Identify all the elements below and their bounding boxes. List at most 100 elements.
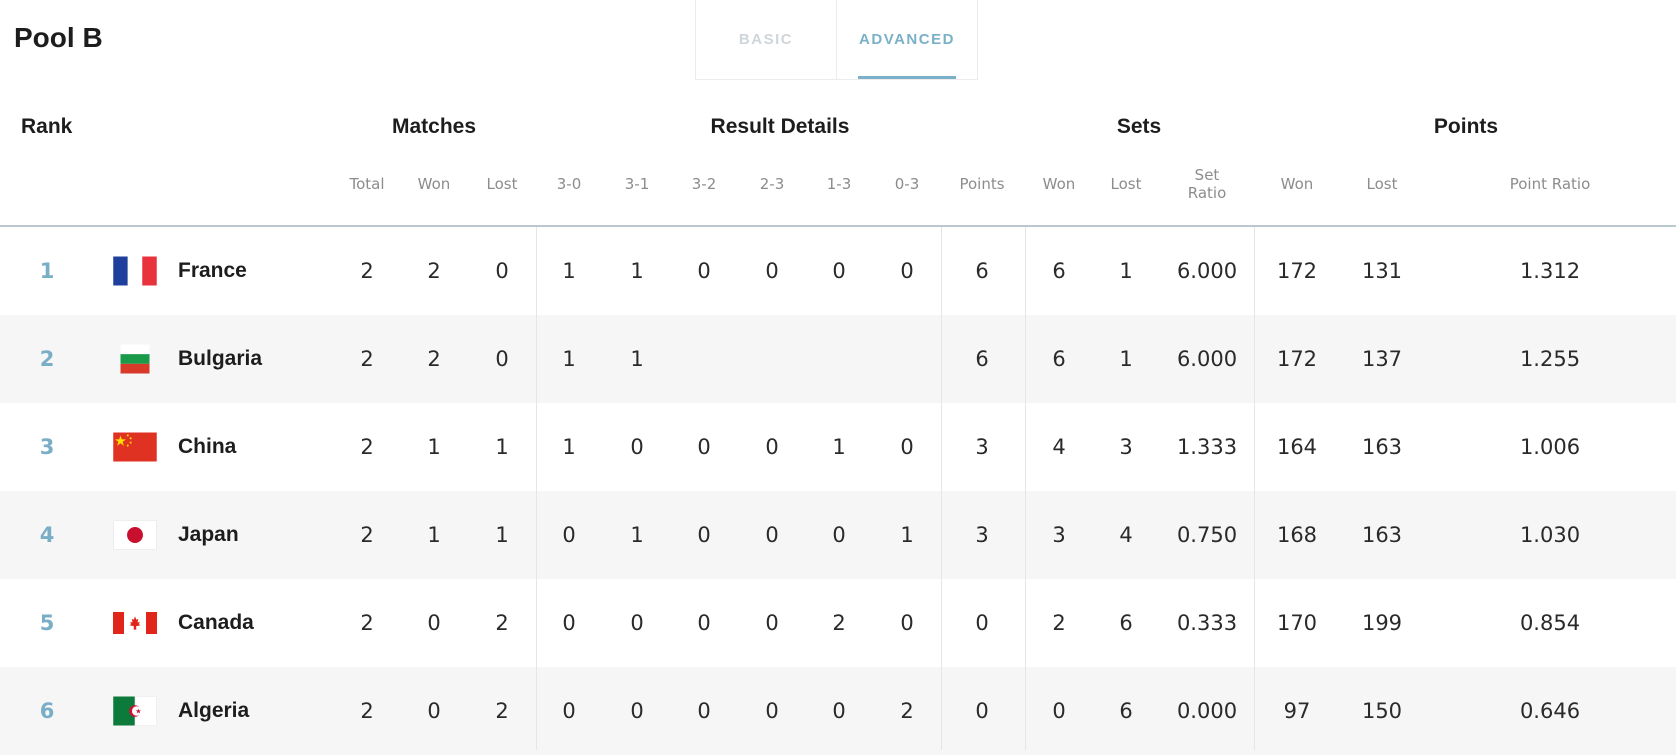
result-details-header: Result Details: [710, 115, 850, 138]
table-row[interactable]: 6 Algeria 2 0 2 0 0 0 0 0 2 0 0 6 0.000 97 150 0.646: [0, 667, 1676, 755]
col-point-ratio: Point Ratio: [1509, 175, 1591, 193]
column-divider: [941, 227, 942, 750]
col-sets-lost: Lost: [1110, 175, 1142, 193]
cell-r30: 0: [562, 523, 576, 547]
cell-total: 2: [360, 699, 374, 723]
col-0-3: 0-3: [894, 175, 920, 193]
cell-points-won: 172: [1276, 259, 1318, 283]
flag-canada-icon: [113, 609, 157, 638]
col-1-3: 1-3: [826, 175, 852, 193]
team-name[interactable]: Canada: [178, 611, 254, 635]
cell-points-lost: 137: [1361, 347, 1403, 371]
cell-won: 0: [427, 699, 441, 723]
col-matches-lost: Lost: [486, 175, 518, 193]
cell-points-won: 172: [1276, 347, 1318, 371]
matches-header: Matches: [391, 115, 477, 138]
cell-set-ratio: 1.333: [1176, 435, 1238, 459]
cell-points-won: 97: [1283, 699, 1311, 723]
cell-points-lost: 150: [1361, 699, 1403, 723]
cell-r31: 0: [630, 699, 644, 723]
col-points-lost: Lost: [1366, 175, 1398, 193]
cell-r23: 0: [765, 523, 779, 547]
cell-points-won: 170: [1276, 611, 1318, 635]
cell-points: 6: [975, 259, 989, 283]
cell-point-ratio: 1.006: [1519, 435, 1581, 459]
table-row[interactable]: 5 Canada 2 0 2 0 0 0 0 2 0 0 2 6 0.333 170 199 0.854: [0, 579, 1676, 667]
table-row[interactable]: 2 Bulgaria 2 2 0 1 1 6 6 1 6.000 172 137 1.255: [0, 315, 1676, 403]
cell-set-ratio: 6.000: [1176, 259, 1238, 283]
cell-lost: 1: [495, 435, 509, 459]
rank-header: Rank: [21, 115, 73, 138]
rank-value: 6: [39, 699, 55, 723]
page-title: Pool B: [14, 22, 103, 53]
cell-r03: 0: [900, 435, 914, 459]
col-2-3: 2-3: [759, 175, 785, 193]
cell-r13: 2: [832, 611, 846, 635]
cell-r32: 0: [697, 259, 711, 283]
cell-sets-lost: 1: [1119, 259, 1133, 283]
team-name[interactable]: Algeria: [178, 699, 249, 723]
cell-r31: 0: [630, 435, 644, 459]
cell-total: 2: [360, 523, 374, 547]
cell-total: 2: [360, 611, 374, 635]
cell-r03: 1: [900, 523, 914, 547]
cell-points: 3: [975, 435, 989, 459]
cell-points: 3: [975, 523, 989, 547]
sets-header: Sets: [1116, 115, 1162, 138]
cell-r30: 1: [562, 347, 576, 371]
cell-sets-won: 0: [1052, 699, 1066, 723]
cell-set-ratio: 0.333: [1176, 611, 1238, 635]
cell-point-ratio: 0.854: [1519, 611, 1581, 635]
flag-algeria-icon: [113, 696, 157, 726]
cell-r03: 0: [900, 259, 914, 283]
cell-r32: 0: [697, 435, 711, 459]
rank-value: 3: [39, 435, 55, 459]
cell-r30: 1: [562, 435, 576, 459]
cell-sets-won: 4: [1052, 435, 1066, 459]
col-set-ratio: Set Ratio: [1187, 166, 1227, 202]
tab-basic[interactable]: BASIC: [696, 0, 837, 79]
col-3-2: 3-2: [691, 175, 717, 193]
cell-r13: 0: [832, 259, 846, 283]
tab-advanced[interactable]: ADVANCED: [837, 0, 977, 79]
flag-china-icon: [113, 432, 157, 462]
cell-sets-lost: 6: [1119, 699, 1133, 723]
cell-points-lost: 131: [1361, 259, 1403, 283]
cell-lost: 2: [495, 699, 509, 723]
cell-lost: 0: [495, 347, 509, 371]
team-name[interactable]: France: [178, 259, 247, 283]
cell-lost: 1: [495, 523, 509, 547]
column-divider: [1254, 227, 1255, 750]
cell-r23: 0: [765, 699, 779, 723]
rank-value: 4: [39, 523, 55, 547]
col-matches-won: Won: [417, 175, 451, 193]
col-points: Points: [959, 175, 1005, 193]
cell-points-won: 168: [1276, 523, 1318, 547]
table-row[interactable]: 4 Japan 2 1 1 0 1 0 0 0 1 3 3 4 0.750 168 163 1.030: [0, 491, 1676, 579]
cell-points: 6: [975, 347, 989, 371]
team-name[interactable]: Bulgaria: [178, 347, 262, 371]
cell-sets-lost: 1: [1119, 347, 1133, 371]
cell-points-lost: 163: [1361, 435, 1403, 459]
column-divider: [536, 227, 537, 750]
cell-total: 2: [360, 259, 374, 283]
cell-r31: 0: [630, 611, 644, 635]
table-row[interactable]: 3 China 2 1 1 1 0 0 0 1 0 3 4 3 1.333 164 163 1.006: [0, 403, 1676, 491]
col-points-won: Won: [1280, 175, 1314, 193]
cell-r31: 1: [630, 259, 644, 283]
team-name[interactable]: China: [178, 435, 236, 459]
table-row[interactable]: 1 France 2 2 0 1 1 0 0 0 0 6 6 1 6.000 172 131 1.312: [0, 227, 1676, 315]
team-name[interactable]: Japan: [178, 523, 239, 547]
cell-r23: 0: [765, 259, 779, 283]
column-divider: [1025, 227, 1026, 750]
cell-sets-won: 2: [1052, 611, 1066, 635]
cell-set-ratio: 0.750: [1176, 523, 1238, 547]
cell-r32: 0: [697, 523, 711, 547]
cell-sets-lost: 3: [1119, 435, 1133, 459]
cell-point-ratio: 1.255: [1519, 347, 1581, 371]
rank-value: 5: [39, 611, 55, 635]
cell-r32: 0: [697, 699, 711, 723]
col-3-1: 3-1: [624, 175, 650, 193]
flag-france-icon: [113, 256, 157, 286]
cell-sets-won: 6: [1052, 347, 1066, 371]
